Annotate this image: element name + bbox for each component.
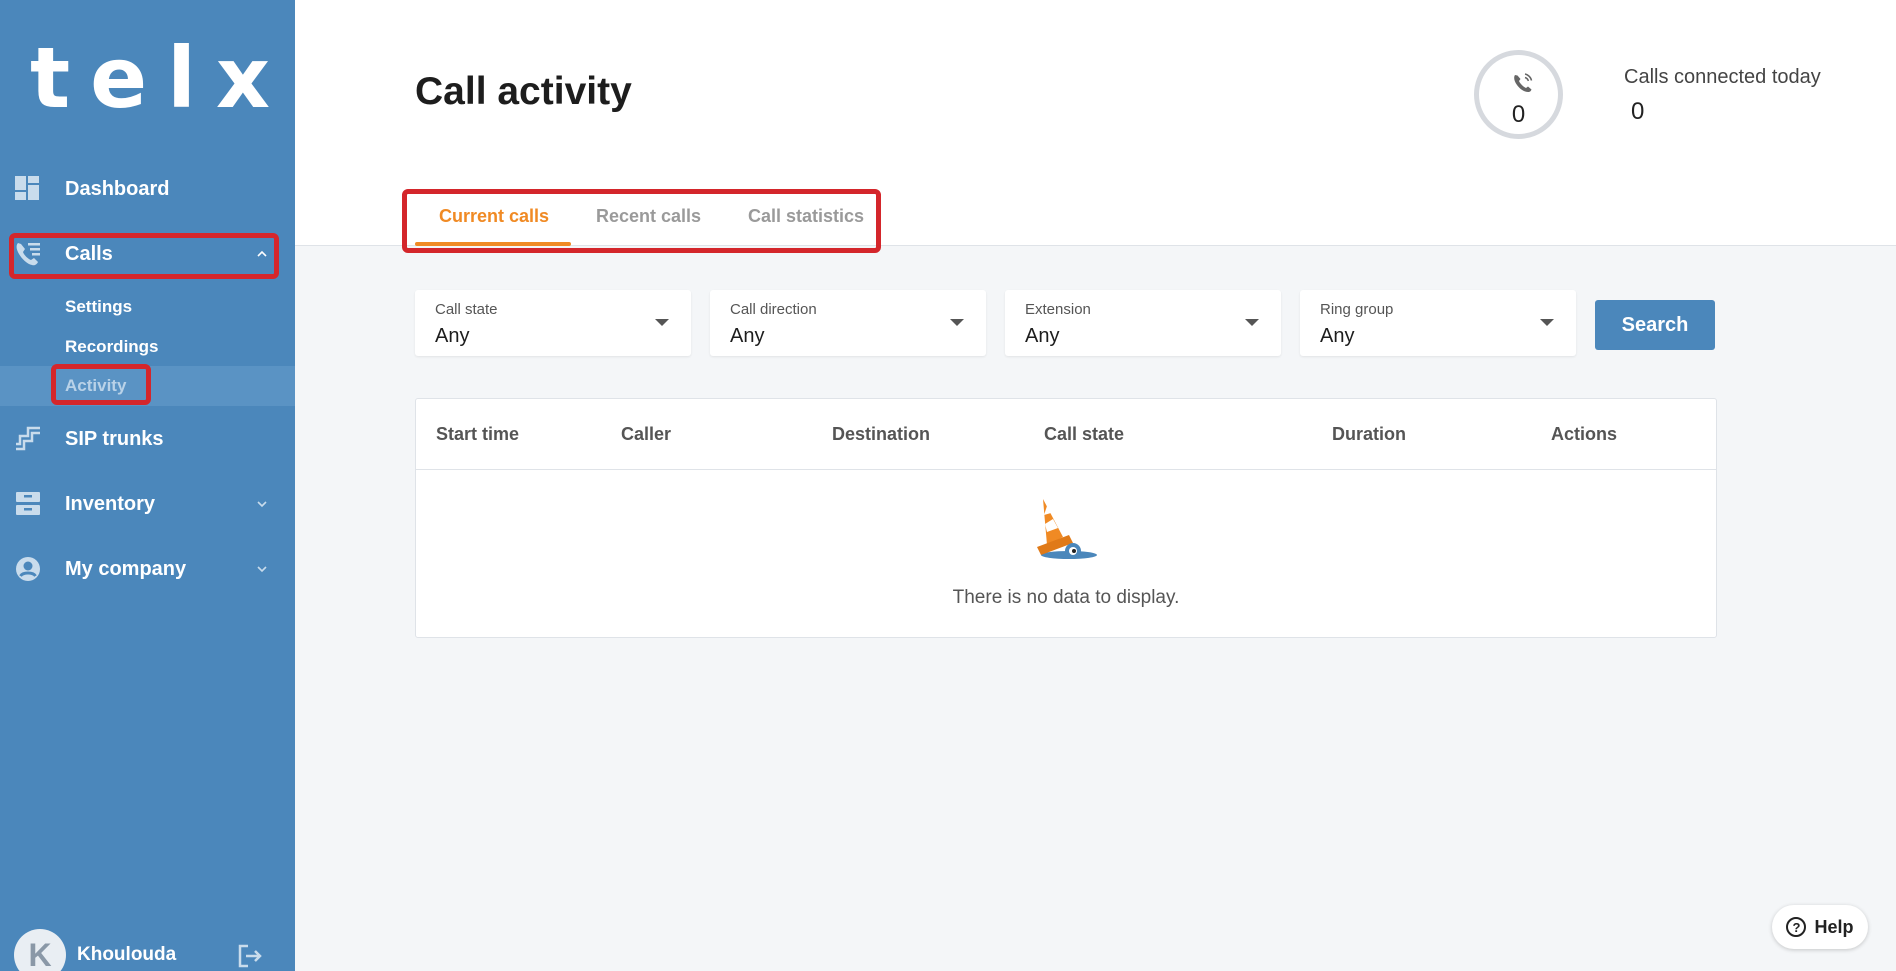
calls-connected-label: Calls connected today (1624, 66, 1821, 88)
sidebar-item-label: Calls (65, 242, 113, 265)
sidebar-subitem-activity[interactable]: Activity (0, 366, 295, 406)
question-icon: ? (1786, 917, 1807, 937)
calls-table: Start time Caller Destination Call state… (415, 398, 1717, 638)
filter-label: Ring group (1320, 301, 1394, 318)
tab-call-statistics[interactable]: Call statistics (748, 206, 864, 227)
filter-value: Any (730, 325, 765, 347)
telxi-logo[interactable]: telxi (30, 36, 339, 120)
ring-group-select[interactable]: Ring group Any (1300, 290, 1576, 356)
active-tab-indicator (415, 242, 571, 246)
sidebar-item-inventory[interactable]: Inventory (0, 478, 295, 530)
page-title: Call activity (415, 70, 632, 113)
inventory-icon (16, 492, 40, 515)
user-circle-icon (16, 557, 40, 581)
logout-icon[interactable] (236, 943, 264, 969)
column-header-call-state[interactable]: Call state (1044, 424, 1124, 445)
sidebar-item-label: SIP trunks (65, 427, 164, 450)
caret-down-icon (1245, 319, 1259, 326)
caret-down-icon (655, 319, 669, 326)
user-profile[interactable]: K Khoulouda (14, 929, 176, 971)
sidebar-subitem-recordings[interactable]: Recordings (0, 327, 295, 367)
call-state-select[interactable]: Call state Any (415, 290, 691, 356)
filter-label: Extension (1025, 301, 1091, 318)
phone-ringing-icon (1514, 73, 1533, 92)
chevron-down-icon (257, 566, 267, 573)
filter-label: Call state (435, 301, 498, 318)
sidebar-item-calls[interactable]: Calls (0, 228, 295, 280)
sidebar-item-sip-trunks[interactable]: SIP trunks (0, 413, 295, 465)
chevron-down-icon (257, 501, 267, 508)
user-name: Khoulouda (77, 944, 177, 965)
avatar: K (14, 929, 66, 971)
dashboard-icon (15, 176, 39, 200)
tab-recent-calls[interactable]: Recent calls (596, 206, 701, 227)
column-header-caller[interactable]: Caller (621, 424, 671, 445)
sip-trunks-icon (16, 426, 40, 451)
sidebar-item-label: My company (65, 557, 187, 580)
column-header-start-time[interactable]: Start time (436, 424, 519, 445)
call-direction-select[interactable]: Call direction Any (710, 290, 986, 356)
column-header-destination[interactable]: Destination (832, 424, 930, 445)
ring-count: 0 (1511, 101, 1526, 128)
sidebar-item-my-company[interactable]: My company (0, 543, 295, 595)
extension-select[interactable]: Extension Any (1005, 290, 1281, 356)
sidebar-subitem-settings[interactable]: Settings (0, 287, 295, 327)
calls-connected-ring: 0 (1474, 50, 1563, 139)
filter-value: Any (435, 325, 470, 347)
table-header: Start time Caller Destination Call state… (416, 399, 1716, 470)
caret-down-icon (950, 319, 964, 326)
sidebar-subitem-label: Recordings (65, 337, 159, 356)
calls-connected-value: 0 (1631, 98, 1645, 125)
help-button[interactable]: ? Help (1772, 905, 1868, 949)
sidebar-item-label: Inventory (65, 492, 156, 515)
phone-list-icon (16, 243, 40, 266)
sidebar-subitem-label: Activity (65, 376, 127, 395)
sidebar: telxi Dashboard Calls Settings Recording… (0, 0, 319, 971)
sidebar-item-dashboard[interactable]: Dashboard (0, 163, 295, 215)
empty-state-text: There is no data to display. (952, 587, 1180, 608)
search-button[interactable]: Search (1595, 300, 1715, 350)
tab-current-calls[interactable]: Current calls (439, 206, 549, 227)
traffic-cone-icon (1037, 499, 1097, 559)
column-header-duration[interactable]: Duration (1332, 424, 1406, 445)
help-label: Help (1814, 916, 1854, 937)
column-header-actions: Actions (1551, 424, 1618, 444)
caret-down-icon (1540, 319, 1554, 326)
chevron-up-icon (257, 250, 267, 257)
filter-label: Call direction (730, 301, 817, 318)
sidebar-subitem-label: Settings (65, 297, 133, 316)
sidebar-item-label: Dashboard (65, 177, 170, 200)
filter-value: Any (1025, 325, 1060, 347)
filter-value: Any (1320, 325, 1355, 347)
